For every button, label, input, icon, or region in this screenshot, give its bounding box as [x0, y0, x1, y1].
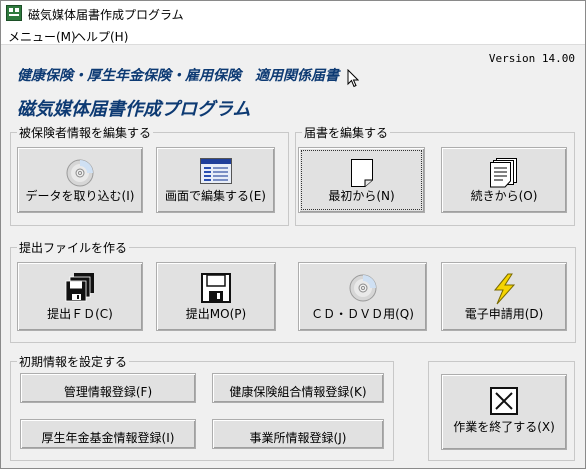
submit-mo-button[interactable]: 提出MO(P) [156, 262, 276, 331]
screen-edit-button[interactable]: 画面で編集する(E) [156, 147, 275, 213]
floppy-stack-icon [64, 273, 96, 306]
cd-icon [348, 273, 378, 306]
cd-dvd-button-label: ＣＤ・ＤＶＤ用(Q) [311, 307, 414, 321]
window-form-icon [199, 158, 232, 187]
title-bar[interactable]: 磁気媒体届書作成プログラム [1, 1, 585, 25]
initial-info-group-label: 初期情報を設定する [17, 353, 130, 370]
continue-notice-button-label: 続きから(O) [470, 189, 538, 203]
new-notice-button[interactable]: 最初から(N) [298, 147, 425, 213]
window-title: 磁気媒体届書作成プログラム [28, 8, 184, 22]
office-info-button-label: 事業所情報登録(J) [249, 431, 347, 445]
mouse-cursor-icon [347, 69, 359, 88]
program-subtitle: 健康保険・厚生年金保険・雇用保険 適用関係届書 [17, 68, 339, 84]
notice-edit-group-label: 届書を編集する [302, 124, 391, 141]
version-label: Version 14.00 [488, 52, 575, 65]
insured-info-group-label: 被保険者情報を編集する [17, 124, 154, 141]
e-application-button[interactable]: 電子申請用(D) [441, 262, 567, 331]
exit-button[interactable]: 作業を終了する(X) [441, 374, 567, 450]
new-notice-button-label: 最初から(N) [328, 189, 395, 203]
submit-mo-button-label: 提出MO(P) [185, 307, 247, 321]
submit-fd-button-label: 提出ＦＤ(C) [47, 307, 113, 321]
lightning-icon [490, 273, 518, 308]
import-data-button-label: データを取り込む(I) [25, 189, 135, 203]
submit-fd-button[interactable]: 提出ＦＤ(C) [17, 262, 143, 331]
office-info-button[interactable]: 事業所情報登録(J) [212, 419, 384, 449]
menu-bar: メニュー(M) ヘルプ(H) [1, 25, 585, 45]
continue-notice-button[interactable]: 続きから(O) [441, 147, 567, 213]
pension-fund-info-button-label: 厚生年金基金情報登録(I) [41, 431, 175, 445]
menu-item-menu[interactable]: メニュー(M) [8, 28, 76, 45]
menu-item-help[interactable]: ヘルプ(H) [74, 28, 128, 45]
management-info-button-label: 管理情報登録(F) [63, 385, 153, 399]
submit-file-group-label: 提出ファイルを作る [17, 239, 130, 256]
floppy-icon [201, 273, 231, 306]
app-window: 磁気媒体届書作成プログラム メニュー(M) ヘルプ(H) Version 14.… [0, 0, 586, 469]
exit-button-label: 作業を終了する(X) [453, 420, 555, 434]
screen-edit-button-label: 画面で編集する(E) [165, 189, 266, 203]
cd-dvd-button[interactable]: ＣＤ・ＤＶＤ用(Q) [298, 262, 427, 331]
management-info-button[interactable]: 管理情報登録(F) [20, 373, 196, 403]
program-title: 磁気媒体届書作成プログラム [17, 99, 251, 120]
health-union-info-button-label: 健康保険組合情報登録(K) [229, 385, 367, 399]
close-x-icon [490, 387, 518, 418]
pension-fund-info-button[interactable]: 厚生年金基金情報登録(I) [20, 419, 196, 449]
e-application-button-label: 電子申請用(D) [464, 307, 544, 321]
import-data-button[interactable]: データを取り込む(I) [17, 147, 143, 213]
health-union-info-button[interactable]: 健康保険組合情報登録(K) [212, 373, 384, 403]
app-icon [6, 5, 22, 21]
